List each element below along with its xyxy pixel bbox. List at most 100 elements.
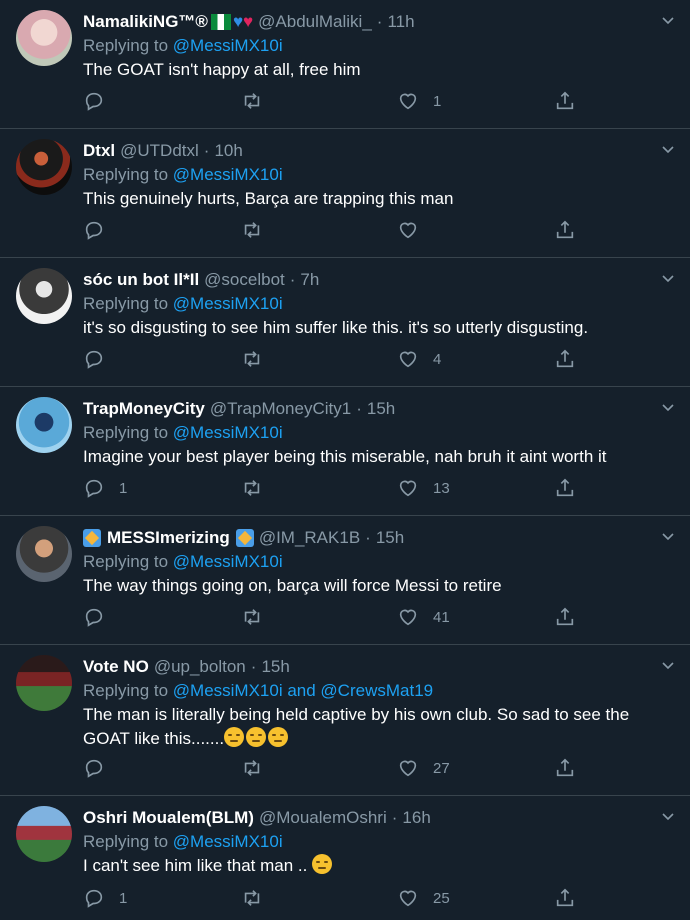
timestamp[interactable]: 7h [300,270,319,290]
replying-to-link[interactable]: @MessiMX10i and @CrewsMat19 [173,681,433,700]
reply-count: 1 [119,889,128,907]
tweet-text: Imagine your best player being this mise… [83,447,607,466]
tweet[interactable]: NamalikiNG™® ♥ ♥ @AbdulMaliki_ · 11h Rep… [0,0,690,129]
tweet[interactable]: Vote NO @up_bolton · 15h Replying to @Me… [0,645,690,796]
reply-button[interactable] [83,348,119,370]
chevron-down-icon[interactable] [660,400,676,416]
like-icon [399,222,417,239]
user-handle[interactable]: @MoualemOshri [259,808,387,828]
retweet-button[interactable] [241,348,263,370]
display-name[interactable]: Vote NO [83,657,149,677]
retweet-icon [244,222,260,238]
tweet-text: The way things going on, barça will forc… [83,576,502,595]
avatar[interactable] [16,268,72,324]
replying-to-link[interactable]: @MessiMX10i [173,832,283,851]
reply-button[interactable] [83,757,119,779]
star-badge-icon [235,529,254,547]
avatar[interactable] [16,655,72,711]
reply-button[interactable]: 1 [83,887,127,909]
retweet-button[interactable] [241,606,263,628]
like-button[interactable]: 1 [397,90,441,112]
timestamp[interactable]: 11h [387,12,414,32]
avatar[interactable] [16,526,72,582]
avatar[interactable] [16,397,72,453]
share-button[interactable] [554,606,576,628]
chevron-down-icon[interactable] [660,529,676,545]
replying-to: Replying to @MessiMX10i and @CrewsMat19 [83,679,674,703]
share-button[interactable] [554,757,576,779]
replying-to: Replying to @MessiMX10i [83,421,674,445]
chevron-down-icon[interactable] [660,271,676,287]
replying-to-link[interactable]: @MessiMX10i [173,165,283,184]
tweet-actions: 4 [83,348,583,372]
share-button[interactable] [554,90,576,112]
reply-button[interactable] [83,219,119,241]
replying-to-link[interactable]: @MessiMX10i [173,36,283,55]
display-name[interactable]: Dtxl [83,141,115,161]
reply-button[interactable] [83,606,119,628]
share-icon [556,349,574,368]
timestamp[interactable]: 15h [367,399,395,419]
chevron-down-icon[interactable] [660,658,676,674]
like-button[interactable]: 13 [397,477,450,499]
user-handle[interactable]: @socelbot [204,270,285,290]
timestamp[interactable]: 15h [376,528,404,548]
tweet[interactable]: Dtxl @UTDdtxl · 10h Replying to @MessiMX… [0,129,690,258]
share-button[interactable] [554,887,576,909]
chevron-down-icon[interactable] [660,809,676,825]
user-handle[interactable]: @IM_RAK1B [259,528,360,548]
user-handle[interactable]: @up_bolton [154,657,246,677]
timestamp[interactable]: 16h [402,808,430,828]
retweet-button[interactable] [241,219,263,241]
tweet-text-content: I can't see him like that man .. [83,856,308,875]
user-handle[interactable]: @AbdulMaliki_ [258,12,372,32]
retweet-button[interactable] [241,757,263,779]
relieved-face-icon [246,727,267,747]
reply-icon [85,889,103,908]
like-button[interactable]: 4 [397,348,441,370]
chevron-down-icon[interactable] [660,13,676,29]
share-button[interactable] [554,477,576,499]
retweet-icon [244,93,260,109]
display-name[interactable]: MESSImerizing [107,528,230,548]
retweet-button[interactable] [241,887,263,909]
display-name[interactable]: Oshri Moualem(BLM) [83,808,254,828]
retweet-icon [244,890,260,906]
avatar[interactable] [16,139,72,195]
share-button[interactable] [554,219,576,241]
timestamp[interactable]: 15h [261,657,289,677]
retweet-icon [244,480,260,496]
timestamp[interactable]: 10h [214,141,242,161]
avatar[interactable] [16,10,72,66]
chevron-down-icon[interactable] [660,142,676,158]
like-button[interactable]: 27 [397,757,450,779]
user-handle[interactable]: @UTDdtxl [120,141,199,161]
replying-to-link[interactable]: @MessiMX10i [173,552,283,571]
like-button[interactable] [397,219,433,241]
replying-to-link[interactable]: @MessiMX10i [173,294,283,313]
tweet-text-content: The man is literally being held captive … [83,705,630,748]
reply-icon [85,221,103,240]
display-name[interactable]: TrapMoneyCity [83,399,205,419]
replying-to-link[interactable]: @MessiMX10i [173,423,283,442]
like-count: 4 [433,350,442,368]
tweet[interactable]: TrapMoneyCity @TrapMoneyCity1 · 15h Repl… [0,387,690,516]
tweet-text: I can't see him like that man .. [83,854,674,878]
display-name[interactable]: sóc un bot Il*Il [83,270,199,290]
share-button[interactable] [554,348,576,370]
reply-button[interactable] [83,90,119,112]
replying-to-label: Replying to [83,294,173,313]
user-handle[interactable]: @TrapMoneyCity1 [210,399,351,419]
tweet[interactable]: MESSImerizing @IM_RAK1B · 15h Replying t… [0,516,690,645]
reply-button[interactable]: 1 [83,477,127,499]
retweet-button[interactable] [241,90,263,112]
like-button[interactable]: 25 [397,887,450,909]
like-count: 41 [433,608,450,626]
separator-dot: · [203,141,210,160]
tweet[interactable]: sóc un bot Il*Il @socelbot · 7h Replying… [0,258,690,387]
avatar[interactable] [16,806,72,862]
tweet[interactable]: Oshri Moualem(BLM) @MoualemOshri · 16h R… [0,796,690,920]
like-button[interactable]: 41 [397,606,450,628]
display-name[interactable]: NamalikiNG™® [83,12,208,32]
retweet-button[interactable] [241,477,263,499]
